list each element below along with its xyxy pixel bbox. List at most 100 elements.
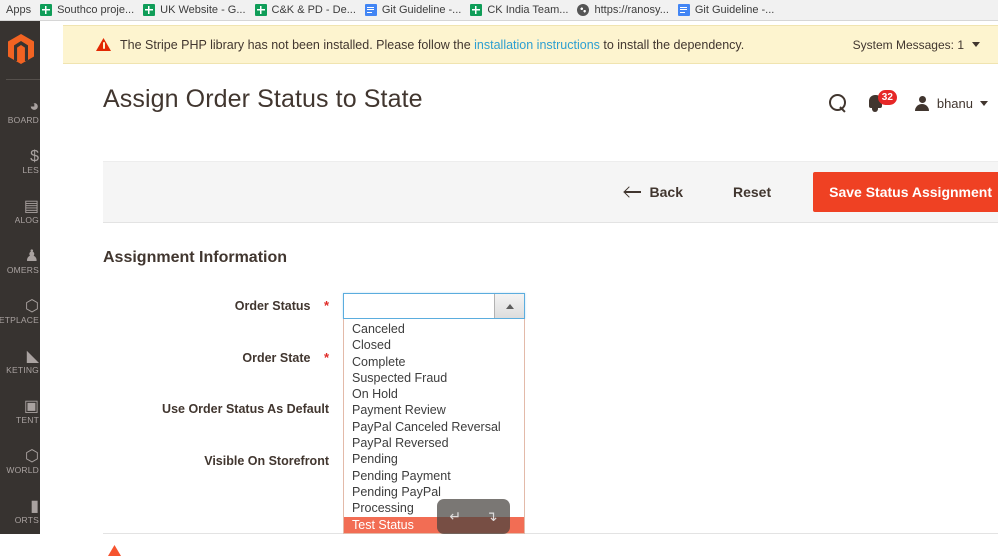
chevron-down-icon [972, 42, 980, 47]
admin-main: The Stripe PHP library has not been inst… [40, 21, 998, 534]
bookmark-label: Southco proje... [57, 4, 135, 16]
sidebar-item-label: TENT [16, 414, 39, 425]
bookmark-item[interactable]: https://ranosy... [577, 4, 677, 16]
bar-chart-icon: ▮ [30, 497, 39, 515]
page-actions-toolbar: Back Reset Save Status Assignment [103, 161, 998, 223]
dashboard-icon: ◕ [29, 97, 39, 115]
dropdown-option[interactable]: On Hold [344, 386, 524, 402]
sidebar-item-world[interactable]: ⬡ WORLD [0, 436, 40, 486]
hexagon-icon: ⬡ [25, 297, 39, 315]
banner-text-before: The Stripe PHP library has not been inst… [120, 37, 475, 52]
header-tools: 32 bhanu [828, 90, 988, 113]
sidebar-item-sales[interactable]: $ LES [0, 136, 40, 186]
bookmark-label: CK India Team... [487, 4, 569, 16]
dropdown-option[interactable]: Pending [344, 451, 524, 467]
bookmark-item[interactable]: UK Website - G... [143, 4, 254, 16]
bookmark-label: Git Guideline -... [381, 4, 462, 16]
banner-message: The Stripe PHP library has not been inst… [120, 38, 744, 52]
dropdown-option[interactable]: Suspected Fraud [344, 370, 524, 386]
sidebar-item-label: KETING [6, 364, 39, 375]
bookmark-item[interactable]: C&K & PD - De... [254, 4, 365, 16]
dropdown-option[interactable]: Payment Review [344, 402, 524, 418]
chevron-up-icon [505, 303, 514, 309]
required-asterisk: * [323, 298, 329, 313]
box-icon: ▤ [23, 197, 39, 215]
order-status-select[interactable] [343, 293, 525, 319]
dropdown-option[interactable]: Complete [344, 354, 524, 370]
sidebar-item-marketing[interactable]: ◣ KETING [0, 336, 40, 386]
search-icon[interactable] [828, 94, 847, 112]
dropdown-option[interactable]: Closed [344, 337, 524, 353]
warning-icon-bottom [108, 545, 121, 556]
field-label: Visible On Storefront [103, 449, 329, 468]
magento-logo[interactable] [0, 21, 40, 77]
sidebar-item-content[interactable]: ▣ TENT [0, 386, 40, 436]
bookmark-label: https://ranosy... [594, 4, 669, 16]
field-label: Order Status * [103, 293, 329, 313]
back-button[interactable]: Back [624, 184, 683, 200]
sidebar-item-label: BOARD [7, 114, 39, 125]
sidebar-item-label: MS ETPLACE [0, 314, 39, 325]
docs-icon [364, 4, 377, 16]
sidebar-item-catalog[interactable]: ▤ ALOG [0, 186, 40, 236]
order-status-select-toggle[interactable] [494, 294, 524, 318]
docs-icon [677, 4, 690, 16]
bookmark-label: UK Website - G... [160, 4, 246, 16]
bookmark-item[interactable]: CK India Team... [470, 4, 577, 16]
undo-arrow-icon[interactable]: ↵ [449, 508, 461, 525]
sheets-icon [143, 4, 156, 16]
system-messages-label: System Messages: 1 [852, 37, 964, 52]
sidebar-item-label: LES [22, 164, 39, 175]
sidebar-item-marketplace[interactable]: ⬡ MS ETPLACE [0, 286, 40, 336]
user-menu[interactable]: bhanu [915, 95, 988, 111]
redo-arrow-icon[interactable]: ↴ [486, 508, 498, 525]
save-status-assignment-button[interactable]: Save Status Assignment [813, 172, 998, 212]
bookmark-item[interactable]: Git Guideline -... [677, 4, 783, 16]
sidebar-item-dashboard[interactable]: ◕ BOARD [0, 86, 40, 136]
dropdown-option[interactable]: Pending PayPal [344, 484, 524, 500]
warning-icon [96, 38, 111, 51]
sidebar-item-label: ORTS [14, 514, 39, 525]
sidebar-item-label: WORLD [6, 464, 39, 475]
banner-text-after: to install the dependency. [599, 37, 745, 52]
bookmark-apps-button[interactable]: Apps [2, 4, 40, 16]
admin-sidebar: ◕ BOARD $ LES ▤ ALOG ♟ OMERS ⬡ MS ETPLAC… [0, 21, 40, 534]
dropdown-option[interactable]: PayPal Reversed [344, 435, 524, 451]
order-status-select-value [344, 294, 494, 318]
dollar-icon: $ [30, 147, 39, 165]
field-label-text: Use Order Status As Default [162, 402, 329, 416]
system-messages-toggle[interactable]: System Messages: 1 [853, 38, 980, 52]
sidebar-item-label: OMERS [6, 264, 39, 275]
installation-instructions-link[interactable]: installation instructions [474, 38, 600, 52]
page-title: Assign Order Status to State [103, 85, 423, 113]
dropdown-option[interactable]: PayPal Canceled Reversal [344, 419, 524, 435]
required-asterisk: * [323, 350, 329, 365]
notification-count-badge: 32 [877, 90, 897, 105]
sidebar-item-customers[interactable]: ♟ OMERS [0, 236, 40, 286]
notifications-button[interactable]: 32 [868, 90, 897, 113]
dropdown-option[interactable]: Canceled [344, 321, 524, 337]
sheets-icon [254, 4, 267, 16]
sheets-icon [40, 4, 53, 16]
person-icon: ♟ [24, 247, 39, 265]
magento-admin: ◕ BOARD $ LES ▤ ALOG ♟ OMERS ⬡ MS ETPLAC… [0, 21, 998, 534]
layout-icon: ▣ [23, 397, 39, 415]
user-name-label: bhanu [936, 95, 973, 111]
bookmark-label: C&K & PD - De... [271, 4, 356, 16]
sidebar-item-label: ALOG [14, 214, 39, 225]
overlay-controls-widget[interactable]: ↵ ↴ [437, 499, 510, 534]
browser-bookmark-bar: Apps Southco proje... UK Website - G... … [0, 0, 998, 21]
bookmark-label: Git Guideline -... [694, 4, 775, 16]
field-label-text: Order Status [234, 299, 311, 313]
page-header: Assign Order Status to State 32 bhanu [63, 77, 998, 139]
bookmark-item[interactable]: Git Guideline -... [364, 4, 470, 16]
avatar [915, 95, 930, 111]
hexagon-icon: ⬡ [25, 447, 39, 465]
reset-button[interactable]: Reset [733, 184, 771, 200]
magento-logo-icon [8, 34, 34, 64]
dropdown-option[interactable]: Pending Payment [344, 468, 524, 484]
bookmark-item[interactable]: Southco proje... [40, 4, 143, 16]
sidebar-item-reports[interactable]: ▮ ORTS [0, 486, 40, 534]
megaphone-icon: ◣ [26, 347, 39, 365]
back-button-label: Back [649, 184, 683, 200]
